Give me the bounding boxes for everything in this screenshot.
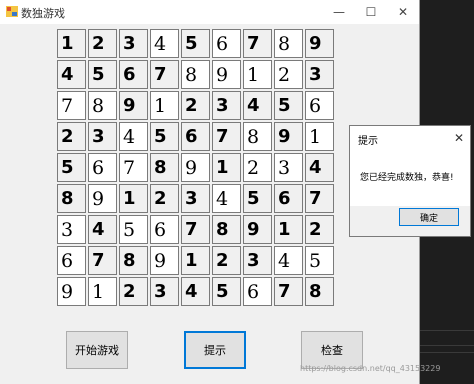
sudoku-cell[interactable] xyxy=(243,215,272,244)
sudoku-cell[interactable] xyxy=(119,29,148,58)
sudoku-cell[interactable] xyxy=(119,277,148,306)
dialog-close-icon[interactable]: ✕ xyxy=(450,128,468,148)
sudoku-cell[interactable] xyxy=(57,122,86,151)
sudoku-cell[interactable] xyxy=(181,91,210,120)
sudoku-cell[interactable] xyxy=(274,184,303,213)
sudoku-cell[interactable] xyxy=(119,184,148,213)
sudoku-cell[interactable] xyxy=(305,29,334,58)
sudoku-cell[interactable] xyxy=(305,277,334,306)
sudoku-cell[interactable] xyxy=(305,184,334,213)
sudoku-cell[interactable] xyxy=(88,184,117,213)
sudoku-cell[interactable] xyxy=(150,246,179,275)
minimize-button[interactable]: — xyxy=(323,0,355,24)
sudoku-cell[interactable] xyxy=(181,184,210,213)
sudoku-cell[interactable] xyxy=(274,60,303,89)
maximize-button[interactable]: ☐ xyxy=(355,0,387,24)
sudoku-cell[interactable] xyxy=(57,29,86,58)
sudoku-cell[interactable] xyxy=(243,184,272,213)
sudoku-cell[interactable] xyxy=(305,60,334,89)
sudoku-cell[interactable] xyxy=(305,153,334,182)
sudoku-cell[interactable] xyxy=(150,91,179,120)
sudoku-cell[interactable] xyxy=(243,277,272,306)
sudoku-cell[interactable] xyxy=(243,246,272,275)
sudoku-cell[interactable] xyxy=(305,91,334,120)
sudoku-cell[interactable] xyxy=(57,277,86,306)
sudoku-cell[interactable] xyxy=(274,122,303,151)
sudoku-cell[interactable] xyxy=(119,246,148,275)
hint-button[interactable]: 提示 xyxy=(184,331,246,369)
sudoku-cell[interactable] xyxy=(181,277,210,306)
sudoku-cell[interactable] xyxy=(119,122,148,151)
close-button[interactable]: ✕ xyxy=(387,0,419,24)
sudoku-cell[interactable] xyxy=(212,29,241,58)
watermark: https://blog.csdn.net/qq_43153229 xyxy=(300,364,441,373)
sudoku-cell[interactable] xyxy=(119,60,148,89)
sudoku-cell[interactable] xyxy=(181,246,210,275)
sudoku-cell[interactable] xyxy=(181,122,210,151)
sudoku-cell[interactable] xyxy=(212,215,241,244)
message-dialog: 提示 ✕ 您已经完成数独，恭喜! 确定 xyxy=(349,125,471,237)
sudoku-cell[interactable] xyxy=(243,122,272,151)
sudoku-cell[interactable] xyxy=(150,277,179,306)
sudoku-cell[interactable] xyxy=(212,153,241,182)
sudoku-cell[interactable] xyxy=(181,60,210,89)
sudoku-cell[interactable] xyxy=(57,153,86,182)
sudoku-cell[interactable] xyxy=(150,153,179,182)
sudoku-cell[interactable] xyxy=(57,60,86,89)
sudoku-cell[interactable] xyxy=(305,246,334,275)
sudoku-cell[interactable] xyxy=(119,91,148,120)
sudoku-cell[interactable] xyxy=(150,29,179,58)
sudoku-cell[interactable] xyxy=(150,215,179,244)
sudoku-cell[interactable] xyxy=(88,153,117,182)
sudoku-cell[interactable] xyxy=(88,277,117,306)
sudoku-cell[interactable] xyxy=(57,184,86,213)
sudoku-cell[interactable] xyxy=(119,215,148,244)
sudoku-cell[interactable] xyxy=(212,122,241,151)
sudoku-cell[interactable] xyxy=(243,29,272,58)
sudoku-cell[interactable] xyxy=(150,60,179,89)
sudoku-cell[interactable] xyxy=(305,215,334,244)
sudoku-cell[interactable] xyxy=(88,91,117,120)
sudoku-cell[interactable] xyxy=(274,277,303,306)
sudoku-cell[interactable] xyxy=(305,122,334,151)
app-icon xyxy=(6,6,18,17)
start-game-button[interactable]: 开始游戏 xyxy=(66,331,128,369)
sudoku-cell[interactable] xyxy=(181,215,210,244)
sudoku-cell[interactable] xyxy=(243,60,272,89)
sudoku-cell[interactable] xyxy=(212,184,241,213)
sudoku-cell[interactable] xyxy=(88,246,117,275)
sudoku-cell[interactable] xyxy=(212,246,241,275)
sudoku-cell[interactable] xyxy=(181,29,210,58)
dialog-message: 您已经完成数独，恭喜! xyxy=(360,173,454,183)
sudoku-cell[interactable] xyxy=(57,215,86,244)
sudoku-cell[interactable] xyxy=(243,153,272,182)
sudoku-cell[interactable] xyxy=(57,91,86,120)
sudoku-cell[interactable] xyxy=(212,277,241,306)
title-bar: 数独游戏 — ☐ ✕ xyxy=(0,0,419,24)
sudoku-cell[interactable] xyxy=(274,91,303,120)
dialog-title: 提示 xyxy=(358,136,378,147)
sudoku-cell[interactable] xyxy=(150,184,179,213)
sudoku-cell[interactable] xyxy=(181,153,210,182)
sudoku-grid xyxy=(56,28,335,307)
sudoku-cell[interactable] xyxy=(88,215,117,244)
sudoku-cell[interactable] xyxy=(274,246,303,275)
sudoku-cell[interactable] xyxy=(119,153,148,182)
dialog-ok-button[interactable]: 确定 xyxy=(399,208,459,226)
sudoku-cell[interactable] xyxy=(274,153,303,182)
sudoku-cell[interactable] xyxy=(57,246,86,275)
window-title: 数独游戏 xyxy=(21,7,65,20)
sudoku-cell[interactable] xyxy=(88,60,117,89)
sudoku-cell[interactable] xyxy=(274,215,303,244)
dialog-body: 您已经完成数独，恭喜! xyxy=(350,150,470,206)
sudoku-cell[interactable] xyxy=(243,91,272,120)
dialog-title-bar: 提示 ✕ xyxy=(350,126,470,150)
sudoku-cell[interactable] xyxy=(274,29,303,58)
sudoku-cell[interactable] xyxy=(212,60,241,89)
sudoku-cell[interactable] xyxy=(88,29,117,58)
sudoku-cell[interactable] xyxy=(150,122,179,151)
sudoku-cell[interactable] xyxy=(212,91,241,120)
sudoku-cell[interactable] xyxy=(88,122,117,151)
